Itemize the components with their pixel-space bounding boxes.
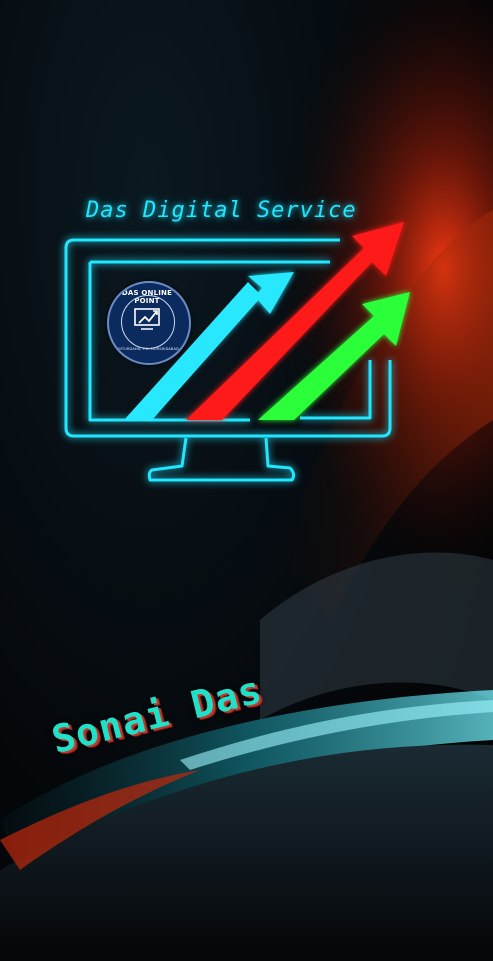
brand-title: Das Digital Service	[86, 198, 357, 223]
das-online-point-badge: DAS ONLINE POINT DHITURDAHA, P.S.-MURSHI…	[107, 281, 191, 365]
wallpaper-screen: Das Digital Service DAS ONLINE POINT DHI…	[0, 0, 493, 961]
logo-monitor-arrows	[64, 222, 410, 482]
badge-bottom-text: DHITURDAHA, P.S.-MURSHIDABAD	[115, 347, 179, 351]
rising-chart-icon	[134, 308, 160, 330]
